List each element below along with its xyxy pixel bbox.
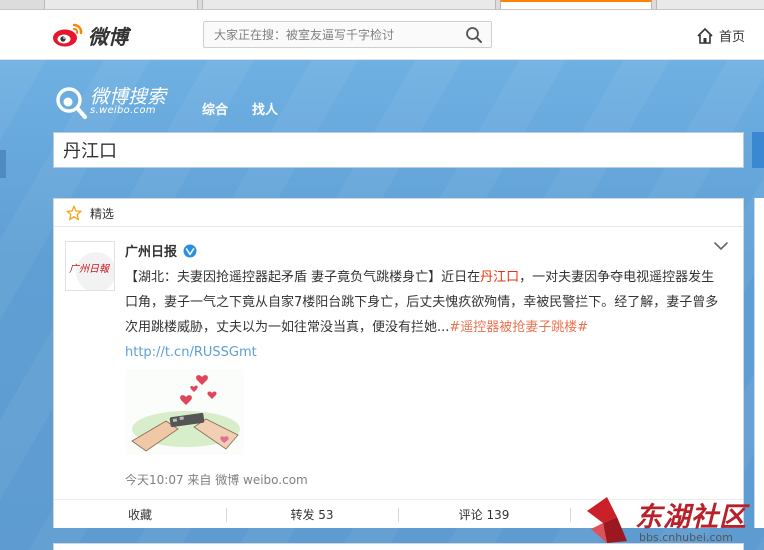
verified-badge-icon [183,244,197,257]
keyword-highlight: 丹江口 [480,270,520,285]
card-header: 精选 [54,199,743,227]
watermark-url: bbs.cnhubei.com [639,531,733,544]
star-icon [66,205,82,221]
divider [570,508,571,522]
hot-search-box[interactable] [203,21,492,48]
comment-button[interactable]: 评论 139 [398,500,570,528]
tab-comprehensive[interactable]: 综合 [202,99,228,118]
search-button[interactable] [752,132,764,168]
chevron-down-icon[interactable] [713,238,729,254]
home-label: 首页 [719,30,746,45]
post-image[interactable] [126,369,244,455]
favorite-button[interactable]: 收藏 [54,500,226,528]
weibo-eye-icon [53,23,83,47]
search-input[interactable] [54,133,663,167]
post-meta[interactable]: 今天10:07 来自 微博 weibo.com [125,471,308,488]
svg-text:广州日報: 广州日報 [69,263,111,275]
browser-tab[interactable] [44,0,198,9]
browser-tab[interactable] [656,0,764,9]
weibo-top-nav: 微博 首页 [0,10,764,60]
tab-find-people[interactable]: 找人 [252,99,278,118]
browser-tab-active[interactable] [500,0,652,9]
search-icon[interactable] [465,26,483,44]
search-logo-url: s.weibo.com [90,105,156,116]
post-image-illustration [126,369,244,455]
author-name[interactable]: 广州日报 [125,241,197,260]
topic-link[interactable]: #遥控器被抢妻子跳楼# [449,320,588,335]
post-content: 【湖北：夫妻因抢遥控器起矛盾 妻子竟负气跳楼身亡】近日在丹江口，一对夫妻因争夺电… [125,265,721,365]
card-header-title: 精选 [90,207,115,221]
weibo-logo-text: 微博 [88,24,128,49]
weibo-search-logo-icon [56,87,87,119]
right-sidebar-card-edge [754,198,764,528]
post-text-part1: 【湖北：夫妻因抢遥控器起矛盾 妻子竟负气跳楼身亡】近日在 [125,270,481,285]
avatar[interactable]: 广州日報 [65,241,115,291]
featured-card: 精选 广州日報 广州日报 【湖北：夫妻因抢遥控器起矛盾 妻子竟负气跳楼身亡】近日… [53,198,744,528]
search-box[interactable] [53,132,744,168]
weibo-logo[interactable]: 微博 [52,21,128,49]
repost-button[interactable]: 转发 53 [226,500,398,528]
home-link[interactable]: 首页 [696,26,745,45]
watermark-title: 东湖社区 [635,502,747,533]
side-panel-edge[interactable] [0,150,6,178]
browser-tab[interactable] [202,0,496,9]
hot-search-input[interactable] [204,22,454,47]
watermark-logo-icon [587,497,627,543]
home-icon [697,27,713,44]
browser-tab-strip [0,0,764,10]
watermark: 东湖社区 bbs.cnhubei.com [583,493,764,550]
short-url-link[interactable]: http://t.cn/RUSSGmt [125,345,257,360]
author-name-text[interactable]: 广州日报 [125,241,177,260]
avatar-image: 广州日報 [66,242,114,290]
weibo-search-logo[interactable]: 微博搜索 s.weibo.com [54,82,169,120]
